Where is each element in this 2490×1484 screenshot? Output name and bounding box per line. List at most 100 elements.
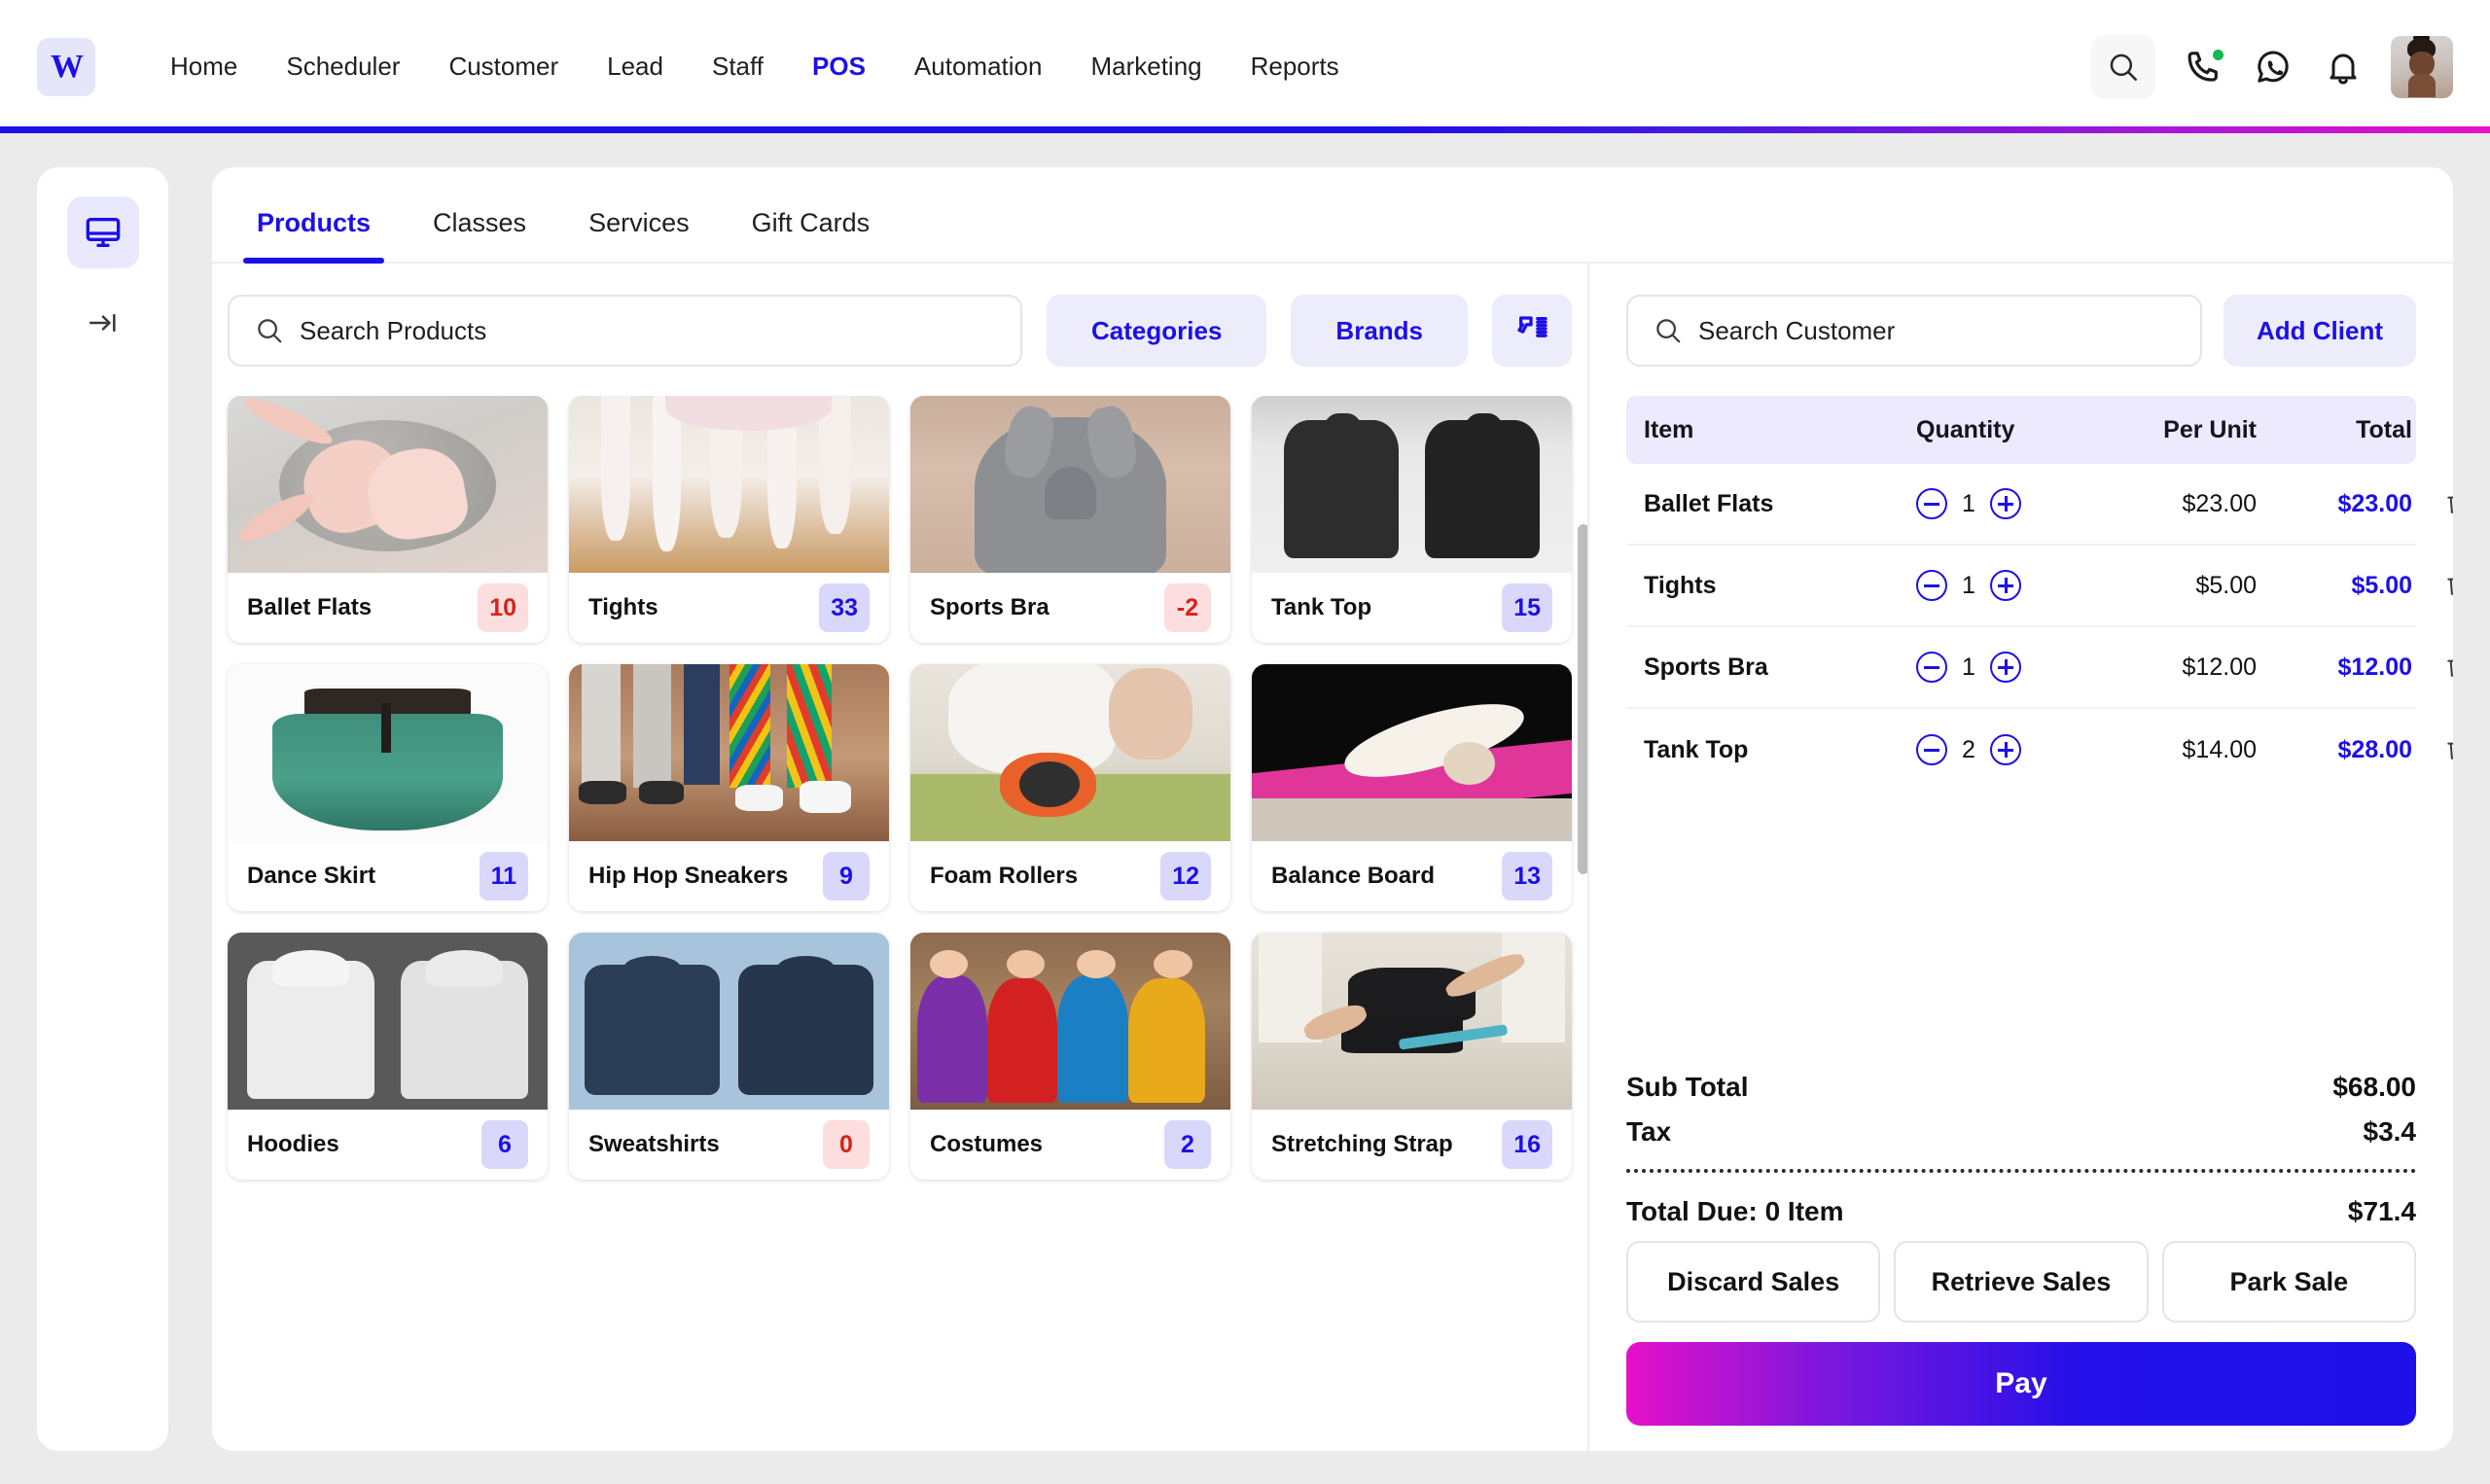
tax-value: $3.4 (2363, 1116, 2417, 1147)
quantity-value: 1 (1962, 571, 1975, 599)
table-row[interactable]: Ballet Flats 1 $23.00 $23.00 (1626, 464, 2453, 546)
search-icon[interactable] (2091, 34, 2155, 99)
increase-quantity-button[interactable] (1990, 734, 2021, 765)
product-image-sweatshirts (569, 933, 889, 1110)
product-card[interactable]: Stretching Strap 16 (1252, 933, 1572, 1180)
product-card[interactable]: Tights 33 (569, 396, 889, 643)
product-card-footer: Balance Board 13 (1252, 841, 1572, 911)
subtotal-label: Sub Total (1626, 1072, 1749, 1102)
stock-badge: -2 (1164, 583, 1211, 632)
delete-item-icon[interactable] (2412, 490, 2453, 517)
whatsapp-icon[interactable] (2251, 45, 2295, 89)
product-card[interactable]: Tank Top 15 (1252, 396, 1572, 643)
tab-gift-cards[interactable]: Gift Cards (721, 194, 902, 262)
nav-item-staff[interactable]: Staff (688, 52, 788, 82)
product-card[interactable]: Hip Hop Sneakers 9 (569, 664, 889, 911)
pos-content: Search Products Categories Brands Ballet… (212, 264, 2453, 1451)
product-filter-bar: Search Products Categories Brands (212, 295, 1587, 367)
product-image-stretching-strap (1252, 933, 1572, 1110)
product-card[interactable]: Ballet Flats 10 (228, 396, 548, 643)
nav-item-pos[interactable]: POS (788, 52, 890, 82)
nav-item-lead[interactable]: Lead (583, 52, 688, 82)
cart-item-unit-price: $23.00 (2182, 489, 2257, 517)
increase-quantity-button[interactable] (1990, 652, 2021, 683)
scrollbar-thumb[interactable] (1578, 524, 1587, 874)
quantity-stepper: 1 (1916, 570, 2091, 601)
cart-column: Search Customer Add Client Item Quantity… (1587, 264, 2453, 1451)
decrease-quantity-button[interactable] (1916, 570, 1947, 601)
nav-item-marketing[interactable]: Marketing (1066, 52, 1226, 82)
customer-bar: Search Customer Add Client (1626, 295, 2416, 367)
search-products-input[interactable]: Search Products (228, 295, 1023, 367)
header-gradient-divider (0, 126, 2490, 133)
add-client-button[interactable]: Add Client (2223, 295, 2416, 367)
column-header-item: Item (1644, 415, 1694, 443)
increase-quantity-button[interactable] (1990, 570, 2021, 601)
phone-icon[interactable] (2181, 45, 2225, 89)
barcode-scanner-icon[interactable] (1492, 295, 1572, 367)
product-card-footer: Hoodies 6 (228, 1110, 548, 1180)
subtotal-value: $68.00 (2332, 1072, 2416, 1102)
product-grid-scroll-area: Ballet Flats 10 Tights 33 Sports Bra -2 … (212, 396, 1587, 1451)
product-card[interactable]: Sports Bra -2 (910, 396, 1230, 643)
decrease-quantity-button[interactable] (1916, 488, 1947, 519)
park-sale-button[interactable]: Park Sale (2161, 1241, 2416, 1323)
product-image-hoodies (228, 933, 548, 1110)
categories-button[interactable]: Categories (1047, 295, 1267, 367)
avatar[interactable] (2391, 35, 2453, 98)
discard-sales-button[interactable]: Discard Sales (1626, 1241, 1881, 1323)
brands-button[interactable]: Brands (1291, 295, 1468, 367)
cart-item-name: Sports Bra (1644, 653, 1768, 681)
bell-icon[interactable] (2321, 45, 2366, 89)
logo-text: W (51, 48, 84, 85)
product-card[interactable]: Foam Rollers 12 (910, 664, 1230, 911)
monitor-icon[interactable] (66, 196, 139, 268)
search-products-placeholder: Search Products (300, 315, 487, 345)
product-card[interactable]: Costumes 2 (910, 933, 1230, 1180)
delete-item-icon[interactable] (2412, 654, 2453, 681)
cart-item-unit-price: $14.00 (2182, 735, 2257, 763)
tab-services[interactable]: Services (557, 194, 721, 262)
stock-badge: 9 (823, 852, 870, 901)
increase-quantity-button[interactable] (1990, 488, 2021, 519)
quantity-stepper: 2 (1916, 734, 2091, 765)
product-card[interactable]: Sweatshirts 0 (569, 933, 889, 1180)
search-icon (1656, 319, 1681, 343)
product-card[interactable]: Balance Board 13 (1252, 664, 1572, 911)
product-card[interactable]: Hoodies 6 (228, 933, 548, 1180)
table-row[interactable]: Sports Bra 1 $12.00 $12.00 (1626, 627, 2453, 709)
tax-label: Tax (1626, 1116, 1672, 1147)
pay-button[interactable]: Pay (1626, 1342, 2416, 1426)
cart-item-name: Ballet Flats (1644, 489, 1774, 517)
delete-item-icon[interactable] (2412, 572, 2453, 599)
product-grid-scrollbar[interactable] (1576, 400, 1587, 1412)
nav-item-reports[interactable]: Reports (1227, 52, 1364, 82)
delete-item-icon[interactable] (2412, 736, 2453, 763)
nav-item-automation[interactable]: Automation (890, 52, 1067, 82)
collapse-arrow-icon[interactable] (74, 301, 132, 344)
app-logo[interactable]: W (37, 37, 95, 96)
table-row[interactable]: Tank Top 2 $14.00 $28.00 (1626, 709, 2453, 791)
product-name: Stretching Strap (1271, 1131, 1453, 1157)
cart-item-unit-price: $5.00 (2195, 571, 2257, 599)
retrieve-sales-button[interactable]: Retrieve Sales (1894, 1241, 2149, 1323)
cart-item-name: Tank Top (1644, 735, 1749, 763)
table-row[interactable]: Tights 1 $5.00 $5.00 (1626, 546, 2453, 627)
tab-classes[interactable]: Classes (402, 194, 557, 262)
product-card-footer: Dance Skirt 11 (228, 841, 548, 911)
decrease-quantity-button[interactable] (1916, 734, 1947, 765)
tab-products[interactable]: Products (226, 194, 402, 264)
product-card-footer: Sports Bra -2 (910, 573, 1230, 643)
product-image-tank-top (1252, 396, 1572, 573)
nav-item-customer[interactable]: Customer (424, 52, 583, 82)
product-name: Ballet Flats (247, 594, 373, 620)
product-image-foam-rollers (910, 664, 1230, 841)
nav-item-home[interactable]: Home (146, 52, 262, 82)
decrease-quantity-button[interactable] (1916, 652, 1947, 683)
product-card[interactable]: Dance Skirt 11 (228, 664, 548, 911)
nav-item-scheduler[interactable]: Scheduler (262, 52, 424, 82)
product-image-costumes (910, 933, 1230, 1110)
total-due-value: $71.4 (2347, 1196, 2416, 1226)
search-customer-input[interactable]: Search Customer (1626, 295, 2202, 367)
product-card-footer: Stretching Strap 16 (1252, 1110, 1572, 1180)
